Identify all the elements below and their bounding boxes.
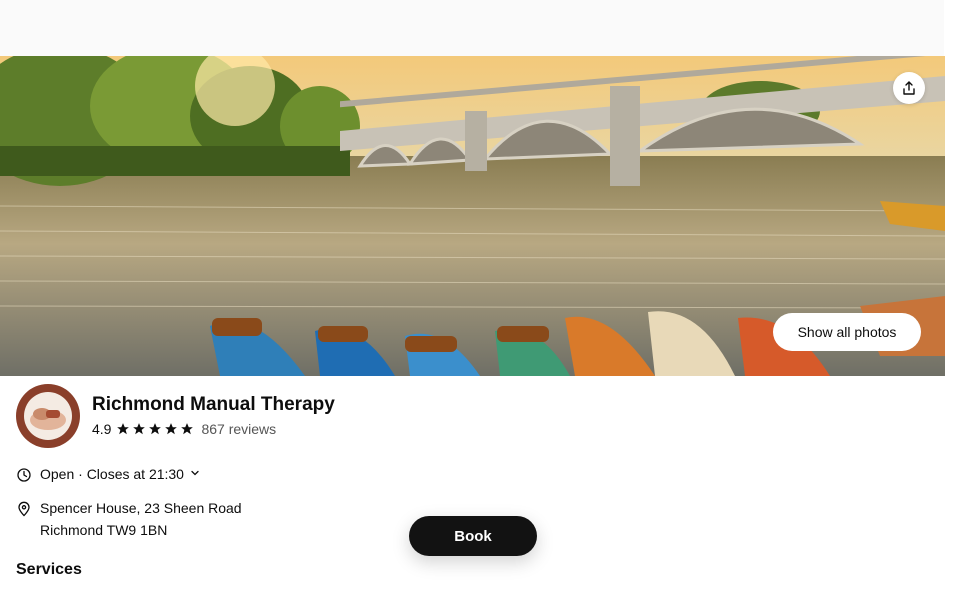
reviews-link[interactable]: 867 reviews — [201, 421, 276, 437]
top-bar — [0, 0, 944, 56]
star-icon — [165, 423, 178, 435]
address[interactable]: Spencer House, 23 Sheen Road Richmond TW… — [16, 500, 242, 541]
star-icon — [149, 423, 162, 435]
page-gutter — [944, 0, 960, 600]
star-icon — [133, 423, 146, 435]
opening-hours[interactable]: Open · Closes at 21:30 — [16, 466, 200, 483]
address-line-2: Richmond TW9 1BN — [40, 522, 168, 538]
star-icon — [117, 423, 130, 435]
business-logo — [16, 384, 80, 448]
clock-icon — [17, 468, 31, 482]
hours-text: Open · Closes at 21:30 — [40, 466, 184, 482]
show-all-photos-button[interactable]: Show all photos — [773, 313, 921, 351]
location-pin-icon — [18, 501, 30, 517]
services-heading: Services — [16, 561, 82, 578]
star-icon — [181, 423, 194, 435]
rating-value: 4.9 — [92, 421, 112, 437]
book-button[interactable]: Book — [409, 516, 537, 556]
chevron-down-icon — [191, 470, 199, 476]
address-line-1: Spencer House, 23 Sheen Road — [40, 500, 242, 516]
logo-image — [17, 385, 79, 447]
star-rating — [116, 422, 196, 436]
share-button[interactable] — [893, 72, 925, 104]
rating-row[interactable]: 4.9 867 reviews — [92, 421, 276, 437]
business-name: Richmond Manual Therapy — [92, 394, 335, 415]
share-upload-icon — [903, 81, 915, 95]
